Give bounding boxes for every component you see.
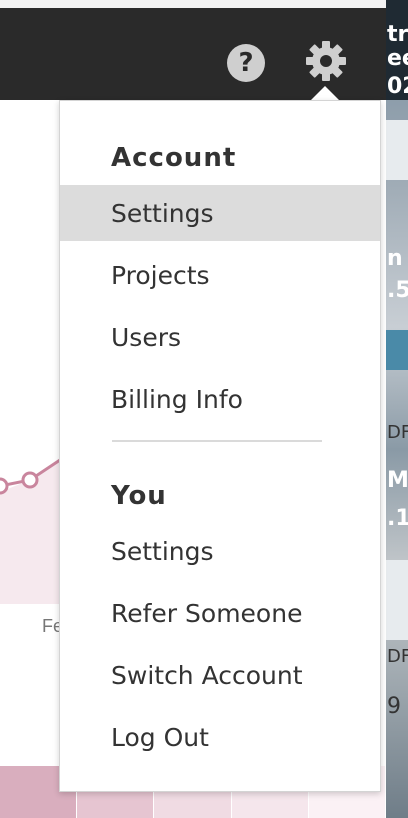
strip-text: tri [387,22,408,47]
gear-icon[interactable] [305,40,347,82]
strip-text: .5 [387,278,408,303]
menu-item-you-settings[interactable]: Settings [60,523,380,579]
you-section-heading: You [111,481,167,511]
background-window-edge: tri eel 02. n s .5 DF Mc .1 DF 9 ( [386,0,408,818]
menu-divider [112,440,322,442]
account-section-heading: Account [111,143,237,173]
menu-item-projects[interactable]: Projects [60,247,380,303]
strip-text: DF [387,422,408,443]
strip-text: 9 ( [387,694,408,719]
strip-text: DF [387,646,408,667]
menu-item-account-settings[interactable]: Settings [60,185,380,241]
menu-item-switch-account[interactable]: Switch Account [60,647,380,703]
help-icon[interactable]: ? [227,44,265,82]
strip-text: n s [387,246,408,271]
strip-text: 02. [387,74,408,99]
strip-text: .1 [387,506,408,531]
strip-text: eel [387,46,408,71]
settings-dropdown-menu: Account Settings Projects Users Billing … [59,100,381,792]
top-strip [0,0,386,8]
strip-text: Mc [387,468,408,493]
menu-item-log-out[interactable]: Log Out [60,709,380,765]
menu-item-users[interactable]: Users [60,309,380,365]
dropdown-caret [311,86,339,100]
menu-item-billing-info[interactable]: Billing Info [60,371,380,427]
menu-item-refer-someone[interactable]: Refer Someone [60,585,380,641]
